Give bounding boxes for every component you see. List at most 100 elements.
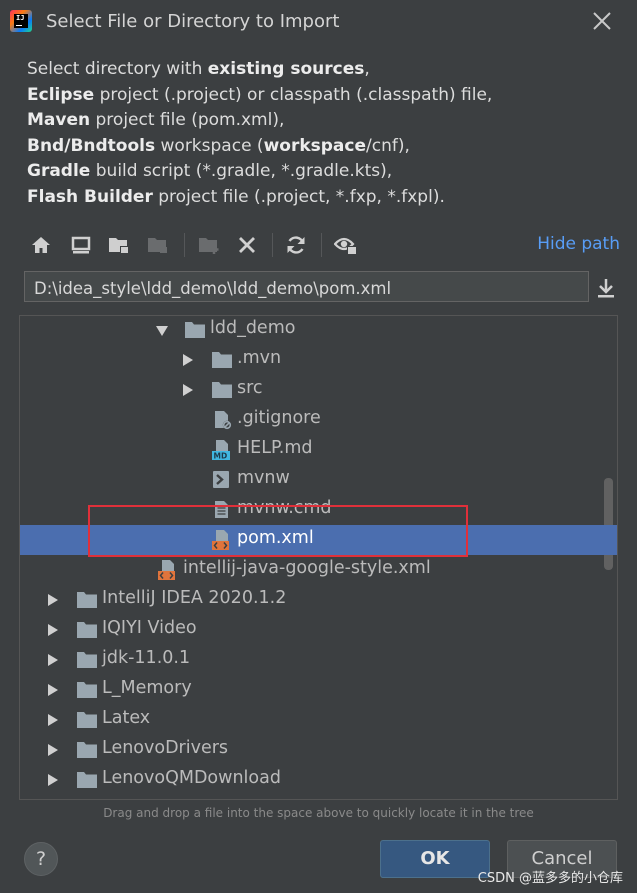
tree-row[interactable]: L_Memory	[20, 675, 617, 705]
description-keyword: Bnd/Bndtools	[27, 135, 156, 156]
download-button[interactable]	[594, 276, 618, 300]
delete-icon	[239, 237, 255, 253]
description-text: build script (*.gradle, *.gradle.kts),	[90, 161, 393, 181]
description-keyword: Gradle	[27, 161, 91, 181]
description-keyword: Maven	[27, 110, 91, 130]
project-folder-icon	[109, 238, 129, 254]
drag-drop-hint: Drag and drop a file into the space abov…	[103, 806, 534, 820]
folder-icon	[76, 650, 98, 670]
markdown-file-icon: MD	[211, 440, 233, 461]
description-line: Maven project file (pom.xml),	[27, 108, 492, 134]
expand-arrow-right-icon[interactable]	[48, 744, 58, 756]
module-folder-icon	[148, 238, 167, 253]
tree-row-label: ldd_demo	[210, 318, 296, 338]
description-keyword: Eclipse	[27, 84, 95, 105]
tree-row[interactable]: IntelliJ IDEA 2020.1.2	[20, 585, 617, 615]
tree-row[interactable]: Latex	[20, 705, 617, 735]
tree-row[interactable]: .mvn	[20, 345, 617, 375]
tree-row-label: IntelliJ IDEA 2020.1.2	[102, 588, 287, 608]
refresh-button[interactable]	[283, 232, 309, 258]
toolbar-separator	[321, 233, 322, 257]
description-keyword: workspace	[263, 135, 367, 156]
description-line: Select directory with existing sources,	[27, 57, 492, 83]
folder-icon	[76, 770, 98, 790]
expand-arrow-right-icon[interactable]	[48, 684, 58, 696]
expand-arrow-right-icon[interactable]	[48, 594, 58, 606]
show-hidden-files-button[interactable]	[333, 232, 359, 258]
description-keyword: existing sources	[207, 59, 365, 79]
expand-arrow-right-icon[interactable]	[48, 774, 58, 786]
home-button[interactable]	[28, 232, 54, 258]
description-text: project file (.project, *.fxp, *.fxpl).	[152, 186, 445, 207]
tree-row-selected[interactable]: pom.xml	[20, 525, 617, 555]
description-text: project (.project) or classpath (.classp…	[94, 84, 493, 105]
svg-text:MD: MD	[214, 452, 228, 461]
tree-row-label: HELP.md	[237, 438, 313, 458]
description-line: Gradle build script (*.gradle, *.gradle.…	[27, 159, 492, 185]
tree-row-label: mvnw	[237, 468, 290, 488]
tree-row[interactable]: intellij-java-google-style.xml	[20, 555, 617, 585]
text-file-icon	[211, 500, 233, 520]
desktop-button[interactable]	[68, 232, 94, 258]
expand-arrow-right-icon[interactable]	[183, 354, 193, 366]
folder-icon	[76, 740, 98, 760]
dialog-title: Select File or Directory to Import	[46, 11, 340, 32]
project-directory-button[interactable]	[106, 232, 132, 258]
close-icon	[593, 12, 611, 30]
description-text: /cnf),	[366, 135, 410, 156]
tree-row-label: pom.xml	[237, 528, 314, 548]
tree-row-label: src	[237, 378, 263, 398]
import-description: Select directory with existing sources, E…	[27, 57, 492, 210]
tree-row-label: LenovoQMDownload	[102, 768, 281, 788]
folder-icon	[211, 380, 233, 400]
home-icon	[32, 237, 50, 253]
folder-icon	[184, 320, 206, 340]
help-button[interactable]: ?	[24, 842, 58, 876]
expand-arrow-right-icon[interactable]	[48, 654, 58, 666]
tree-row[interactable]: IQIYI Video	[20, 615, 617, 645]
folder-icon	[76, 620, 98, 640]
tree-row[interactable]: mvnw	[20, 465, 617, 495]
file-tree[interactable]: ldd_demo .mvn src .gitignore MD HELP.md mvnw mv…	[19, 315, 618, 800]
tree-row[interactable]: LenovoDrivers	[20, 735, 617, 765]
description-text: ,	[364, 59, 370, 79]
expand-arrow-down-icon[interactable]	[156, 326, 168, 336]
tree-row-label: jdk-11.0.1	[102, 648, 191, 668]
folder-icon	[76, 710, 98, 730]
toolbar-separator	[184, 233, 185, 257]
tree-row[interactable]: jdk-11.0.1	[20, 645, 617, 675]
description-line: Bnd/Bndtools workspace (workspace/cnf),	[27, 134, 492, 160]
tree-row-label: IQIYI Video	[102, 618, 197, 638]
ok-button[interactable]: OK	[380, 840, 490, 878]
tree-row[interactable]: MD HELP.md	[20, 435, 617, 465]
module-directory-button[interactable]	[145, 232, 171, 258]
path-input[interactable]	[24, 271, 589, 302]
expand-arrow-right-icon[interactable]	[48, 624, 58, 636]
description-text: Select directory with	[27, 59, 208, 79]
expand-arrow-right-icon[interactable]	[48, 714, 58, 726]
delete-button[interactable]	[234, 232, 260, 258]
new-folder-button[interactable]	[196, 232, 222, 258]
tree-row[interactable]: mvnw.cmd	[20, 495, 617, 525]
description-text: workspace (	[155, 135, 264, 156]
tree-row-label: intellij-java-google-style.xml	[183, 558, 431, 578]
hide-path-link[interactable]: Hide path	[537, 234, 620, 254]
tree-row[interactable]: .gitignore	[20, 405, 617, 435]
tree-row[interactable]: src	[20, 375, 617, 405]
description-line: Eclipse project (.project) or classpath …	[27, 83, 492, 109]
new-folder-icon	[199, 238, 219, 254]
toolbar-separator	[272, 233, 273, 257]
tree-row[interactable]: ldd_demo	[20, 316, 617, 345]
tree-row-label: .gitignore	[237, 408, 321, 428]
folder-icon	[76, 680, 98, 700]
close-button[interactable]	[590, 8, 614, 34]
desktop-icon	[71, 236, 91, 254]
tree-row[interactable]: LenovoQMDownload	[20, 765, 617, 795]
tree-row-label: LenovoDrivers	[102, 738, 229, 758]
folder-icon	[76, 590, 98, 610]
xml-file-icon	[211, 530, 233, 550]
tree-row-label: mvnw.cmd	[237, 498, 332, 518]
description-text: project file (pom.xml),	[90, 110, 285, 130]
xml-file-icon	[157, 560, 179, 580]
expand-arrow-right-icon[interactable]	[183, 384, 193, 396]
